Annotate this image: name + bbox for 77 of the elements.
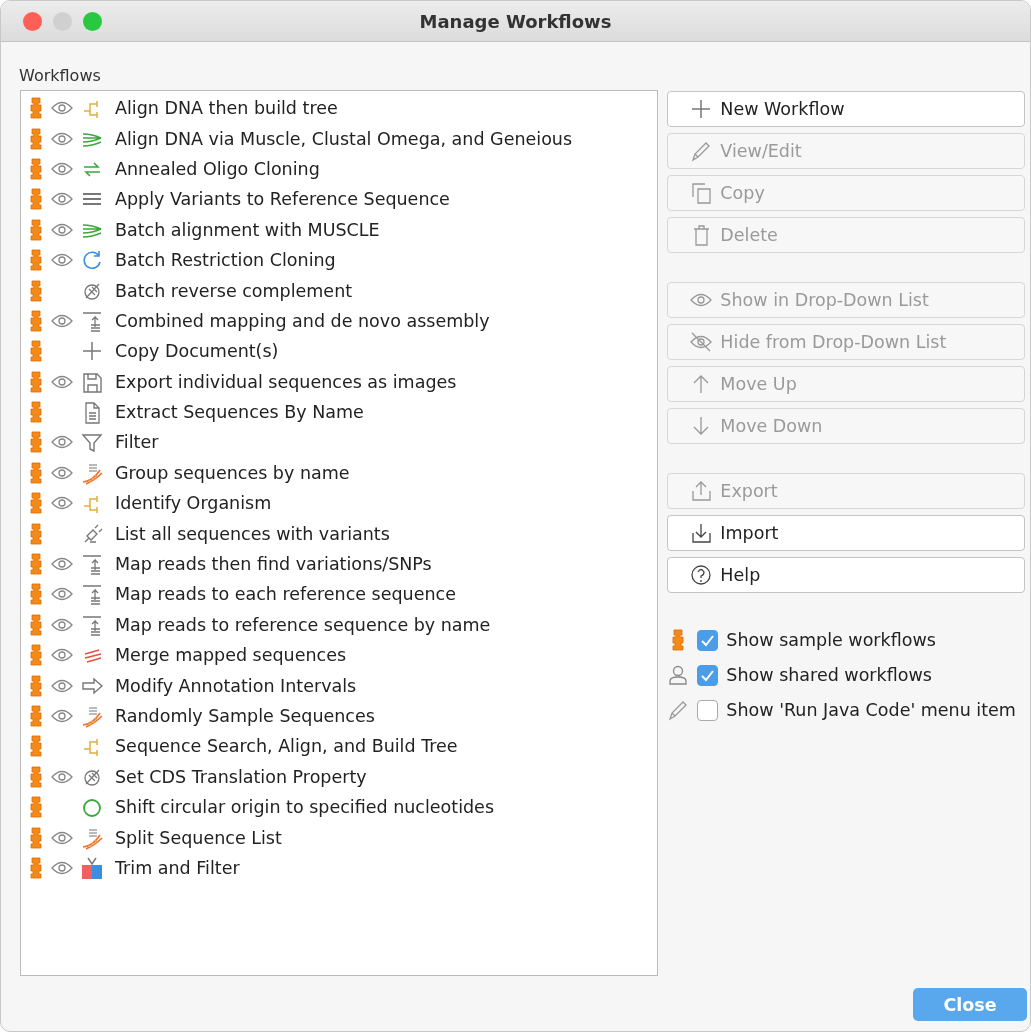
close-window-button[interactable]	[23, 11, 42, 31]
workflow-name: Identify Organism	[115, 493, 272, 514]
workflow-name: Filter	[115, 432, 159, 453]
workflow-name: Merge mapped sequences	[115, 645, 347, 666]
workflow-item[interactable]: Align DNA via Muscle, Clustal Omega, and Geneious	[25, 123, 658, 154]
workflow-name: Set CDS Translation Property	[115, 766, 367, 787]
checkbox-label: Show 'Run Java Code' menu item	[726, 700, 1016, 720]
copy-icon	[690, 181, 713, 205]
workflow-item[interactable]: List all sequences with variants	[25, 518, 658, 549]
trim-icon	[81, 855, 103, 880]
workflow-item[interactable]: Merge mapped sequences	[25, 640, 658, 671]
workflow-name: Align DNA via Muscle, Clustal Omega, and Geneious	[115, 128, 573, 149]
workflow-name: Map reads then find variations/SNPs	[115, 554, 432, 575]
workflow-item[interactable]: Extract Sequences By Name	[25, 396, 658, 428]
workflow-item[interactable]: Annealed Oligo Cloning	[25, 153, 658, 185]
workflow-name: Apply Variants to Reference Sequence	[115, 189, 450, 210]
workflow-item[interactable]: Map reads to each reference sequence	[25, 579, 658, 610]
dna-icon	[81, 704, 103, 728]
workflow-name: Batch reverse complement	[115, 280, 353, 301]
workflow-item[interactable]: Identify Organism	[25, 488, 658, 519]
workflow-name: Trim and Filter	[115, 857, 240, 878]
hidden-icon	[690, 330, 713, 354]
workflow-item[interactable]: Batch reverse complement	[25, 275, 658, 306]
workflow-item[interactable]: Align DNA then build tree	[25, 93, 658, 124]
workflow-name: List all sequences with variants	[115, 523, 390, 544]
checkbox-label: Show sample workflows	[726, 630, 936, 650]
workflow-item[interactable]: Split Sequence List	[25, 822, 658, 853]
workflow-name: Align DNA then build tree	[115, 98, 338, 119]
workflow-item[interactable]: Filter	[25, 427, 658, 458]
workflow-name: Map reads to reference sequence by name	[115, 614, 491, 635]
workflow-name: Copy Document(s)	[115, 341, 279, 362]
workflow-name: Batch alignment with MUSCLE	[115, 219, 380, 240]
workflow-item[interactable]: Group sequences by name	[25, 457, 658, 489]
person-icon	[667, 663, 690, 687]
workflow-name: Group sequences by name	[115, 462, 350, 483]
workflow-name: Randomly Sample Sequences	[115, 706, 375, 726]
checkbox-label: Show shared workflows	[726, 665, 932, 685]
workflow-item[interactable]: Copy Document(s)	[25, 336, 658, 367]
workflow-item[interactable]: Combined mapping and de novo assembly	[25, 305, 658, 337]
workflow-name: Export individual sequences as images	[115, 371, 457, 392]
action-button[interactable]: Import	[667, 515, 1025, 551]
workflow-item[interactable]: Map reads to reference sequence by name	[25, 609, 658, 641]
workflow-item[interactable]: Trim and Filter	[25, 852, 658, 884]
workflow-name: Sequence Search, Align, and Build Tree	[115, 736, 458, 757]
workflow-name: Map reads to each reference sequence	[115, 584, 456, 605]
export-icon	[690, 479, 713, 503]
plus-icon	[690, 97, 713, 121]
upload-lines-icon	[81, 582, 103, 607]
checkbox[interactable]	[697, 629, 719, 651]
workflow-name: Split Sequence List	[115, 827, 282, 848]
workflow-name: Batch Restriction Cloning	[115, 250, 336, 271]
workflow-item[interactable]: Export individual sequences as images	[25, 366, 658, 397]
workflow-name: Annealed Oligo Cloning	[115, 158, 320, 179]
action-button[interactable]: Help	[667, 557, 1025, 593]
workflow-item[interactable]: Batch alignment with MUSCLE	[25, 214, 658, 245]
workflow-name: Shift circular origin to specified nucleotides	[115, 797, 494, 818]
workflow-item[interactable]: Batch Restriction Cloning	[25, 244, 658, 276]
minimize-window-button[interactable]	[53, 11, 72, 31]
upload-lines-icon	[81, 552, 103, 577]
workflow-item[interactable]: Shift circular origin to specified nucleotides	[25, 792, 658, 823]
workflow-item[interactable]: Sequence Search, Align, and Build Tree	[25, 731, 658, 762]
workflow-item[interactable]: Modify Annotation Intervals	[25, 670, 658, 701]
checkbox[interactable]	[697, 699, 719, 721]
list-label: Workflows	[19, 66, 102, 85]
help-icon	[690, 563, 713, 587]
zoom-window-button[interactable]	[83, 11, 102, 31]
workflow-item[interactable]: Randomly Sample Sequences	[25, 700, 658, 732]
workflow-item[interactable]: Map reads then find variations/SNPs	[25, 548, 658, 580]
workflow-item[interactable]: Set CDS Translation Property	[25, 761, 658, 792]
workflow-name: Modify Annotation Intervals	[115, 675, 357, 696]
checkbox[interactable]	[697, 664, 719, 686]
action-button[interactable]: New Workflow	[667, 91, 1025, 127]
workflow-item[interactable]: Apply Variants to Reference Sequence	[25, 184, 658, 215]
workflow-name: Extract Sequences By Name	[115, 402, 364, 423]
import-icon	[690, 521, 713, 545]
window-title: Manage Workflows	[419, 10, 612, 32]
workflow-name: Combined mapping and de novo assembly	[115, 310, 490, 331]
